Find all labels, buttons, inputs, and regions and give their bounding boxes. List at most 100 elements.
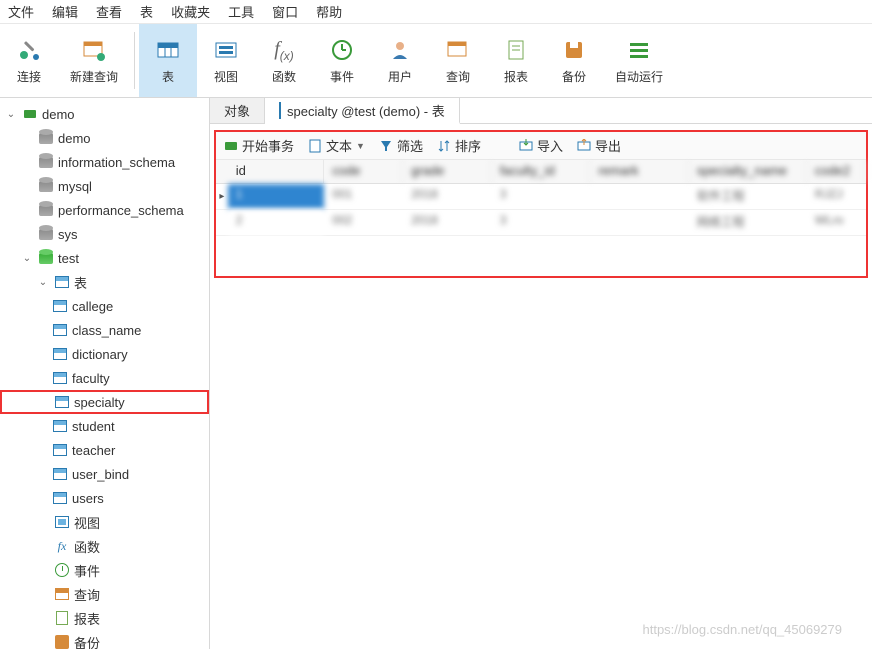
grid-header: id code grade faculty_id remark specialt… [216, 160, 866, 184]
menu-file[interactable]: 文件 [8, 2, 34, 21]
database-icon [38, 130, 54, 146]
table-icon [52, 490, 68, 506]
db-node-test[interactable]: ⌄ test [0, 246, 209, 270]
column-header[interactable]: remark [590, 160, 688, 183]
column-header[interactable]: faculty_id [492, 160, 590, 183]
folder-table[interactable]: 查询 [0, 582, 209, 606]
table-icon [52, 370, 68, 386]
main-panel: 对象 specialty @test (demo) - 表 开始事务 文本▼ 筛… [210, 98, 872, 649]
expander-icon[interactable]: ⌄ [20, 253, 34, 264]
tool-backup[interactable]: 备份 [545, 24, 603, 97]
newquery-icon [80, 36, 108, 64]
clock-icon [54, 562, 70, 578]
menu-window[interactable]: 窗口 [272, 2, 298, 21]
data-panel: 开始事务 文本▼ 筛选 排序 导入 导出 id code grade facul… [214, 130, 868, 278]
action-bar: 开始事务 文本▼ 筛选 排序 导入 导出 [216, 132, 866, 160]
table-icon [52, 466, 68, 482]
db-node[interactable]: sys [0, 222, 209, 246]
tab-strip: 对象 specialty @test (demo) - 表 [210, 98, 872, 124]
table-node-class_name[interactable]: class_name [0, 318, 209, 342]
db-node[interactable]: demo [0, 126, 209, 150]
database-icon [38, 250, 54, 266]
connect-icon [15, 36, 43, 64]
connection-icon [22, 106, 38, 122]
table-node-faculty[interactable]: faculty [0, 366, 209, 390]
table-node-teacher[interactable]: teacher [0, 438, 209, 462]
menu-edit[interactable]: 编辑 [52, 2, 78, 21]
table-node-users[interactable]: users [0, 486, 209, 510]
table-icon [52, 298, 68, 314]
folder-clock[interactable]: 事件 [0, 558, 209, 582]
table-icon [279, 103, 281, 118]
db-node[interactable]: performance_schema [0, 198, 209, 222]
user-icon [386, 36, 414, 64]
tool-view[interactable]: 视图 [197, 24, 255, 97]
view-icon [54, 514, 70, 530]
table-icon [52, 442, 68, 458]
database-icon [38, 226, 54, 242]
column-id[interactable]: id [228, 160, 325, 183]
sort-button[interactable]: 排序 [437, 136, 481, 155]
row-indicator-icon: ▸ [216, 184, 228, 209]
menu-view[interactable]: 查看 [96, 2, 122, 21]
folder-save[interactable]: 备份 [0, 630, 209, 649]
tool-query[interactable]: 查询 [429, 24, 487, 97]
menu-table[interactable]: 表 [140, 2, 153, 21]
table-icon [52, 322, 68, 338]
menu-bar: 文件 编辑 查看 表 收藏夹 工具 窗口 帮助 [0, 0, 872, 24]
table-icon [54, 586, 70, 602]
database-icon [38, 154, 54, 170]
tab-object[interactable]: 对象 [210, 98, 265, 123]
menu-tools[interactable]: 工具 [228, 2, 254, 21]
folder-view[interactable]: 视图 [0, 510, 209, 534]
table-node-student[interactable]: student [0, 414, 209, 438]
db-node[interactable]: information_schema [0, 150, 209, 174]
column-header[interactable]: grade [403, 160, 492, 183]
table-icon [154, 36, 182, 64]
menu-fav[interactable]: 收藏夹 [171, 2, 210, 21]
menu-help[interactable]: 帮助 [316, 2, 342, 21]
dropdown-icon: ▼ [356, 141, 365, 151]
tool-user[interactable]: 用户 [371, 24, 429, 97]
table-row[interactable]: ▸ 1 001 2018 3 软件工程 RJZJ [216, 184, 866, 210]
tool-connect[interactable]: 连接 [0, 24, 58, 97]
database-icon [38, 202, 54, 218]
connection-node[interactable]: ⌄ demo [0, 102, 209, 126]
folder-fx[interactable]: fx函数 [0, 534, 209, 558]
tool-report[interactable]: 报表 [487, 24, 545, 97]
filter-button[interactable]: 筛选 [379, 136, 423, 155]
tool-event[interactable]: 事件 [313, 24, 371, 97]
tool-newquery[interactable]: 新建查询 [58, 24, 130, 97]
table-node-dictionary[interactable]: dictionary [0, 342, 209, 366]
table-row[interactable]: 2 002 2018 3 网络工程 WLro [216, 210, 866, 236]
view-icon [212, 36, 240, 64]
table-node-specialty[interactable]: specialty [0, 390, 209, 414]
backup-icon [560, 36, 588, 64]
data-grid[interactable]: id code grade faculty_id remark specialt… [216, 160, 866, 276]
text-button[interactable]: 文本▼ [308, 136, 365, 155]
column-header[interactable]: specialty_name [689, 160, 807, 183]
folder-doc[interactable]: 报表 [0, 606, 209, 630]
db-tree: ⌄ demo demoinformation_schemamysqlperfor… [0, 98, 210, 649]
watermark: https://blog.csdn.net/qq_45069279 [643, 622, 843, 637]
table-node-user_bind[interactable]: user_bind [0, 462, 209, 486]
expander-icon[interactable]: ⌄ [36, 277, 50, 288]
tab-specialty[interactable]: specialty @test (demo) - 表 [265, 98, 460, 124]
expander-icon[interactable]: ⌄ [4, 109, 18, 120]
import-button[interactable]: 导入 [519, 136, 563, 155]
event-icon [328, 36, 356, 64]
fx-icon: fx [54, 538, 70, 554]
column-header[interactable]: code [324, 160, 403, 183]
column-header[interactable]: code2 [807, 160, 866, 183]
table-node-callege[interactable]: callege [0, 294, 209, 318]
tool-table[interactable]: 表 [139, 24, 197, 97]
save-icon [54, 634, 70, 649]
tool-function[interactable]: f(x) 函数 [255, 24, 313, 97]
autorun-icon [625, 36, 653, 64]
tool-autorun[interactable]: 自动运行 [603, 24, 675, 97]
begin-transaction-button[interactable]: 开始事务 [224, 136, 294, 155]
query-icon [444, 36, 472, 64]
db-node[interactable]: mysql [0, 174, 209, 198]
tables-folder[interactable]: ⌄ 表 [0, 270, 209, 294]
export-button[interactable]: 导出 [577, 136, 621, 155]
